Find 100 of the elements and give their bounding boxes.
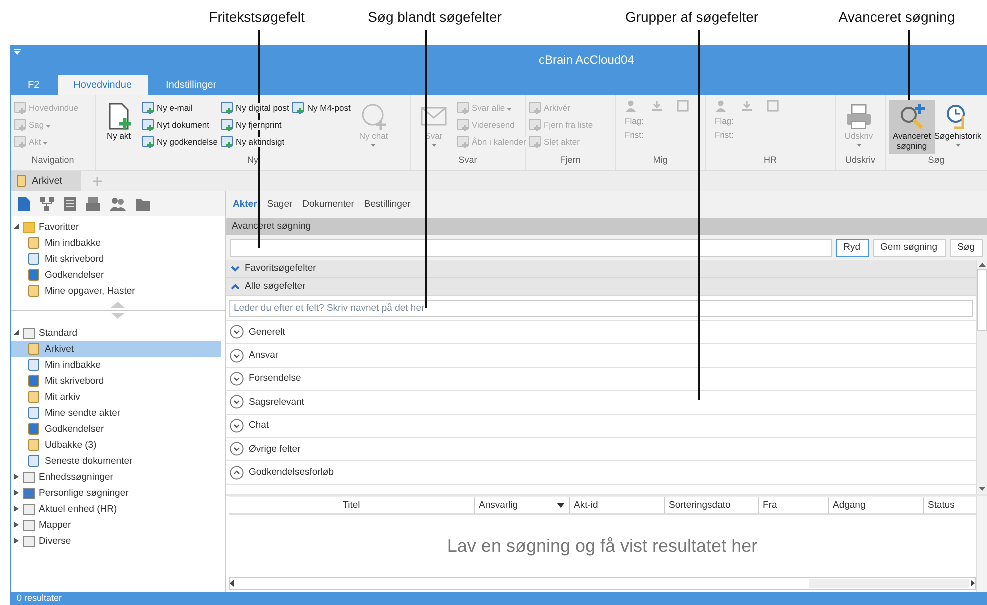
item-icon	[28, 423, 40, 435]
folder-document-icon[interactable]	[136, 196, 150, 210]
column-header[interactable]: Sorteringsdato	[665, 497, 759, 513]
sort-arrow-icon	[557, 502, 565, 508]
tree-item[interactable]: Standard	[11, 325, 225, 341]
command-icon	[142, 102, 155, 114]
flag-field-label: Flag:	[625, 116, 645, 126]
column-header[interactable]: Ansvarlig	[475, 497, 570, 513]
ribbon-button[interactable]: Avanceret søgning	[889, 100, 935, 154]
sub-tab[interactable]: Sager	[264, 199, 296, 210]
download-icon[interactable]	[651, 100, 663, 112]
command-icon	[142, 119, 155, 131]
field-group-header[interactable]: Øvrige felter	[226, 438, 976, 462]
document-icon[interactable]	[18, 196, 30, 210]
search-button[interactable]: Gem søgning	[872, 238, 946, 256]
scroll-down-icon[interactable]	[978, 487, 986, 491]
item-icon	[28, 407, 40, 419]
field-group-header[interactable]: Sagsrelevant	[226, 391, 976, 415]
ribbon-button[interactable]: Ny akt	[99, 100, 139, 144]
column-header[interactable]: Adgang	[829, 497, 924, 513]
column-header[interactable]: Akt-id	[570, 497, 665, 513]
item-icon	[28, 343, 40, 355]
item-icon	[28, 285, 40, 297]
chevron-circle-icon	[230, 418, 244, 433]
caret-icon	[956, 144, 960, 147]
field-group-header[interactable]: Forsendelse	[226, 368, 976, 392]
tree-item[interactable]: Mit skrivebord	[11, 373, 221, 389]
ribbon-button[interactable]: Ny fjernprint	[220, 117, 290, 133]
ribbon-button[interactable]: Ny aktindsigt	[220, 134, 290, 150]
result-count: 0 resultater	[17, 593, 62, 603]
flag-field-label: Flag:	[715, 116, 735, 126]
download-icon[interactable]	[741, 100, 753, 112]
caret-icon	[371, 144, 376, 147]
panel-header[interactable]: Favoritsøgefelter	[226, 260, 976, 278]
scrollbar[interactable]	[976, 496, 987, 592]
column-header[interactable]: Titel	[229, 497, 475, 513]
search-button[interactable]: Ryd	[836, 238, 869, 256]
item-icon	[28, 359, 40, 371]
people-icon[interactable]	[110, 196, 126, 210]
chevron-circle-icon	[230, 325, 244, 340]
tree-item[interactable]: Godkendelser	[11, 421, 221, 437]
sub-tab[interactable]: Akter	[230, 199, 260, 210]
ribbon-button[interactable]: Nyt dokument	[142, 117, 218, 133]
scrollbar[interactable]	[976, 260, 987, 494]
leader-line	[908, 30, 910, 100]
binder-icon	[17, 175, 26, 187]
item-icon	[28, 253, 40, 265]
field-group-header[interactable]: Generelt	[226, 321, 976, 344]
tree-item[interactable]: Mine opgaver, Haster	[11, 283, 221, 299]
tree-item[interactable]: Favoritter	[11, 219, 225, 235]
scrollbar[interactable]	[229, 577, 976, 590]
scroll-up-icon[interactable]	[978, 263, 986, 267]
callout-label: Søg blandt søgefelter	[368, 9, 502, 25]
tree-item[interactable]: Mine sendte akter	[11, 405, 221, 421]
field-group-header[interactable]: Ansvar	[226, 344, 976, 368]
ribbon-button[interactable]: Ny M4-post	[292, 100, 351, 116]
tree-item[interactable]: Mit skrivebord	[11, 251, 221, 267]
tree-item[interactable]: Aktuel enhed (HR)	[11, 501, 225, 517]
tree-item[interactable]: Mapper	[11, 517, 225, 533]
caret-icon	[856, 144, 862, 147]
panel-header[interactable]: Alle søgefelter	[226, 278, 976, 296]
column-header[interactable]: Status	[924, 497, 974, 513]
tree-item[interactable]: Mit arkiv	[11, 389, 221, 405]
sub-tab[interactable]: Dokumenter	[300, 199, 358, 210]
tree-item[interactable]: Personlige søgninger	[11, 485, 225, 501]
column-header[interactable]: Fra	[759, 497, 829, 513]
field-group-header[interactable]: Chat	[226, 414, 976, 438]
group-label: Fjern	[559, 155, 582, 167]
window-icon[interactable]	[677, 100, 689, 112]
command-icon	[220, 136, 234, 148]
tree-item[interactable]: Diverse	[11, 533, 225, 549]
stack-icon[interactable]	[86, 196, 100, 210]
scroll-left-icon[interactable]	[230, 580, 234, 587]
network-icon[interactable]	[40, 196, 54, 210]
command-icon	[14, 136, 27, 148]
ribbon-tab[interactable]: Hovedvindue	[58, 75, 148, 95]
chevron-circle-icon	[230, 395, 244, 410]
add-tab-icon[interactable]	[93, 176, 102, 186]
flag-field-label: Frist:	[625, 130, 645, 140]
tree-item[interactable]: Udbakke (3)	[11, 437, 221, 453]
window-icon[interactable]	[767, 100, 779, 112]
ribbon-button[interactable]: Ny digital post	[220, 100, 290, 116]
field-filter-input[interactable]: Leder du efter et felt? Skriv navnet på det her	[229, 300, 973, 317]
sub-tab[interactable]: Bestillinger	[361, 199, 414, 210]
tree-item[interactable]: Arkivet	[11, 341, 221, 357]
search-button[interactable]: Søg	[950, 238, 983, 256]
tree-item[interactable]: Min indbakke	[11, 357, 221, 373]
field-group-header[interactable]: Godkendelsesforløb	[226, 461, 976, 485]
quick-access-icon[interactable]	[14, 49, 21, 55]
list-icon[interactable]	[64, 196, 76, 210]
document-tab[interactable]: Arkivet	[11, 171, 81, 191]
search-field[interactable]	[230, 238, 832, 256]
tree-item[interactable]: Godkendelser	[11, 267, 221, 283]
ribbon-button[interactable]: Ny e-mail	[142, 100, 218, 116]
tree-item[interactable]: Enhedssøgninger	[11, 469, 225, 485]
tree-item[interactable]: Seneste dokumenter	[11, 453, 221, 469]
user-icon[interactable]	[625, 100, 637, 112]
callout-label: Fritekstsøgefelt	[209, 9, 305, 25]
tree-item[interactable]: Min indbakke	[11, 235, 221, 251]
user-icon[interactable]	[715, 100, 727, 112]
